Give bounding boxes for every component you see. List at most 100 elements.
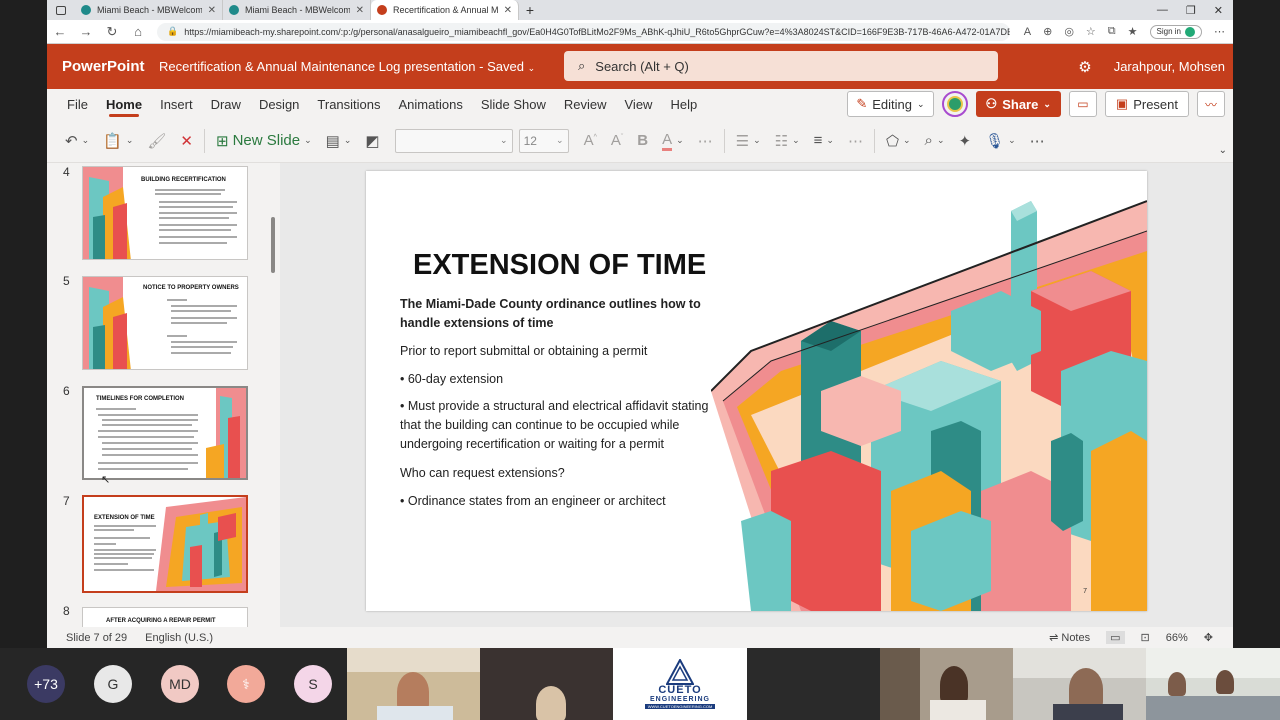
- bullets-button[interactable]: ☰ ⌄: [729, 132, 768, 150]
- activity-button[interactable]: 〰: [1197, 91, 1225, 117]
- app-name[interactable]: PowerPoint: [47, 58, 159, 75]
- participant-video-tile[interactable]: [347, 648, 480, 720]
- maximize-icon[interactable]: ❐: [1186, 4, 1196, 17]
- collaborator-avatar[interactable]: [941, 91, 968, 117]
- slide-title[interactable]: EXTENSION OF TIME: [413, 249, 706, 282]
- browser-tab[interactable]: Miami Beach - MBWelcome ✕: [75, 0, 223, 20]
- back-icon[interactable]: ←: [47, 24, 73, 39]
- shrink-font-button[interactable]: Aˇ: [604, 132, 630, 149]
- tab-animations[interactable]: Animations: [390, 89, 472, 119]
- slide-7[interactable]: EXTENSION OF TIME The Miami-Dade County …: [366, 171, 1147, 611]
- delete-button[interactable]: ✕: [173, 132, 200, 150]
- participant-video-tile[interactable]: [880, 648, 1013, 720]
- close-window-icon[interactable]: ✕: [1214, 4, 1223, 17]
- bold-button[interactable]: B: [630, 132, 655, 149]
- close-tab-icon[interactable]: ✕: [356, 5, 364, 16]
- find-button[interactable]: ⌕ ⌄: [918, 132, 952, 149]
- tab-design[interactable]: Design: [250, 89, 308, 119]
- fit-to-window-icon[interactable]: ✥: [1204, 631, 1213, 644]
- url-field[interactable]: 🔒 https://miamibeach-my.sharepoint.com/:…: [157, 22, 1010, 41]
- new-tab-button[interactable]: +: [519, 2, 541, 18]
- tracking-icon[interactable]: ◎: [1064, 25, 1074, 38]
- slide-design-button[interactable]: ◩: [358, 132, 386, 150]
- tab-transitions[interactable]: Transitions: [308, 89, 389, 119]
- notes-button[interactable]: ⇌ Notes: [1049, 631, 1090, 644]
- expand-ribbon-icon[interactable]: ⌄: [1219, 145, 1227, 156]
- thumbnail-slide-5[interactable]: NOTICE TO PROPERTY OWNERS: [82, 276, 248, 370]
- thumbnail-slide-6[interactable]: TIMELINES FOR COMPLETION: [82, 386, 248, 480]
- minimize-icon[interactable]: —: [1157, 4, 1168, 17]
- more-paragraph-button[interactable]: ⋯: [841, 132, 870, 150]
- numbering-button[interactable]: ☷ ⌄: [768, 132, 807, 150]
- slide-bullet[interactable]: • Ordinance states from an engineer or a…: [400, 492, 720, 511]
- favorites-bar-icon[interactable]: ★: [1128, 25, 1138, 38]
- layout-button[interactable]: ▤ ⌄: [319, 132, 359, 150]
- format-painter-button[interactable]: 🖌: [140, 132, 173, 150]
- font-color-button[interactable]: A ⌄: [655, 131, 691, 151]
- more-font-options-button[interactable]: ⋯: [691, 132, 720, 150]
- designer-button[interactable]: ✦: [952, 132, 979, 150]
- participant-avatar[interactable]: S: [294, 665, 332, 703]
- close-tab-icon[interactable]: ✕: [504, 5, 512, 16]
- participant-video-tile[interactable]: [480, 648, 613, 720]
- tab-actions-icon[interactable]: [47, 0, 75, 20]
- language-status[interactable]: English (U.S.): [127, 632, 213, 644]
- favorites-icon[interactable]: ☆: [1086, 25, 1096, 38]
- search-box[interactable]: ⌕ Search (Alt + Q): [564, 51, 998, 81]
- thumbnail-slide-8[interactable]: AFTER ACQUIRING A REPAIR PERMIT: [82, 607, 248, 627]
- tab-help[interactable]: Help: [661, 89, 706, 119]
- more-commands-button[interactable]: ⋯: [1023, 132, 1052, 150]
- share-button[interactable]: ⚇ Share ⌄: [975, 91, 1061, 117]
- sign-in-button[interactable]: Sign in: [1149, 24, 1202, 39]
- settings-gear-icon[interactable]: ⚙: [1078, 58, 1091, 76]
- slide-paragraph[interactable]: Prior to report submittal or obtaining a…: [400, 342, 720, 361]
- collections-icon[interactable]: ⧉: [1108, 25, 1116, 38]
- normal-view-icon[interactable]: ▭: [1106, 631, 1125, 644]
- refresh-icon[interactable]: ↻: [99, 24, 125, 40]
- thumbnail-slide-4[interactable]: BUILDING RECERTIFICATION: [82, 166, 248, 260]
- browser-tab-active[interactable]: Recertification & Annual Mainte ✕: [371, 0, 519, 20]
- slide-lead-text[interactable]: The Miami-Dade County ordinance outlines…: [400, 295, 730, 333]
- slide-thumbnails-pane[interactable]: 4 BUILDING RECERTIFICATION 5 NOTICE TO P…: [47, 163, 280, 627]
- participant-count-badge[interactable]: +73: [27, 665, 65, 703]
- tab-slide-show[interactable]: Slide Show: [472, 89, 555, 119]
- participant-video-tile[interactable]: [1013, 648, 1146, 720]
- slide-bullet[interactable]: • 60-day extension: [400, 370, 720, 389]
- more-icon[interactable]: ⋯: [1214, 25, 1225, 38]
- participant-video-tile[interactable]: [747, 648, 880, 720]
- grow-font-button[interactable]: A^: [577, 132, 604, 149]
- tab-draw[interactable]: Draw: [202, 89, 250, 119]
- present-button[interactable]: ▣ Present: [1104, 91, 1189, 117]
- user-name[interactable]: Jarahpour, Mohsen: [1114, 59, 1225, 74]
- zoom-icon[interactable]: ⊕: [1043, 25, 1052, 38]
- align-button[interactable]: ≡ ⌄: [807, 132, 841, 149]
- tab-insert[interactable]: Insert: [151, 89, 202, 119]
- tab-home[interactable]: Home: [97, 89, 151, 119]
- participant-avatar[interactable]: MD: [161, 665, 199, 703]
- slide-sorter-icon[interactable]: ⊡: [1141, 631, 1150, 644]
- slide-bullet[interactable]: • Must provide a structural and electric…: [400, 397, 720, 454]
- tab-view[interactable]: View: [616, 89, 662, 119]
- thumbnail-scrollbar[interactable]: [271, 217, 275, 273]
- shapes-button[interactable]: ⬠ ⌄: [879, 132, 918, 150]
- font-size-dropdown[interactable]: 12 ⌄: [518, 128, 569, 153]
- editing-mode-button[interactable]: ✎ Editing ⌄: [847, 91, 934, 117]
- participant-logo-tile[interactable]: CUETO ENGINEERING WWW.CUETOENGINEERING.C…: [613, 648, 747, 720]
- paste-button[interactable]: 📋 ⌄: [96, 132, 140, 150]
- close-tab-icon[interactable]: ✕: [208, 5, 216, 16]
- slide-paragraph[interactable]: Who can request extensions?: [400, 464, 720, 483]
- tab-review[interactable]: Review: [555, 89, 616, 119]
- zoom-level[interactable]: 66%: [1166, 632, 1188, 644]
- participant-avatar[interactable]: G: [94, 665, 132, 703]
- thumbnail-slide-7[interactable]: EXTENSION OF TIME: [82, 495, 248, 593]
- participant-video-tile[interactable]: [1146, 648, 1280, 720]
- home-icon[interactable]: ⌂: [125, 24, 151, 39]
- font-name-dropdown[interactable]: ⌄: [394, 128, 513, 153]
- read-aloud-icon[interactable]: A: [1024, 26, 1031, 38]
- new-slide-button[interactable]: ⊞ New Slide ⌄: [209, 132, 319, 150]
- comments-button[interactable]: ▭: [1068, 91, 1097, 117]
- tab-file[interactable]: File: [47, 89, 97, 119]
- participant-avatar[interactable]: ⚕: [227, 665, 265, 703]
- undo-button[interactable]: ↶ ⌄: [47, 132, 96, 150]
- document-title[interactable]: Recertification & Annual Maintenance Log…: [159, 59, 564, 74]
